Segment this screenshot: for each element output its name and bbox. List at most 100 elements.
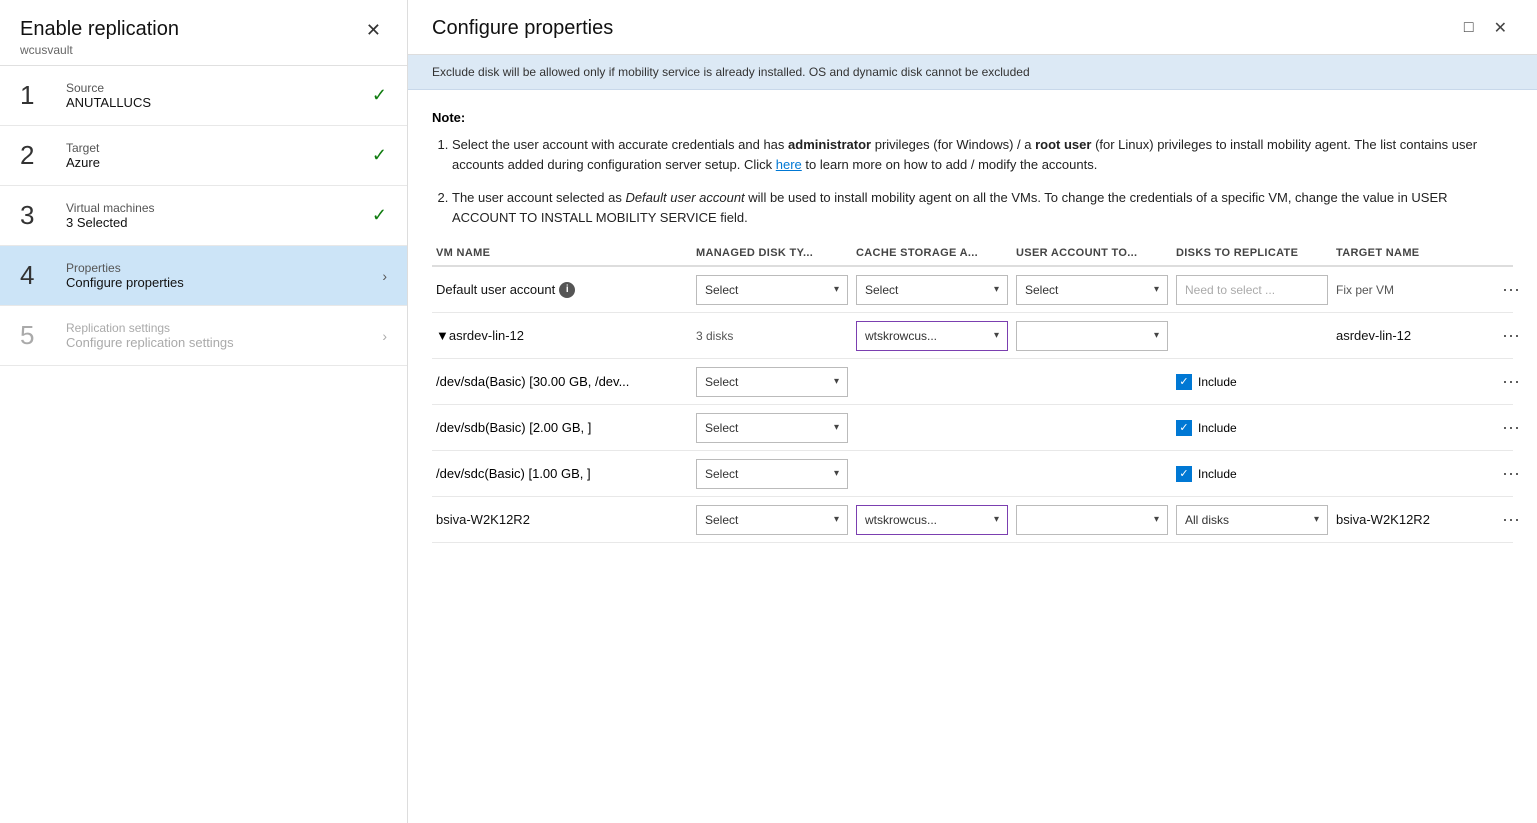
asrdev-cache-dropdown[interactable]: wtskrowcus... ▾ — [856, 321, 1008, 351]
info-bar: Exclude disk will be allowed only if mob… — [408, 55, 1537, 90]
bsiva-ellipsis-button[interactable]: ··· — [1496, 507, 1526, 532]
step-2-number: 2 — [20, 140, 56, 171]
asrdev-disk-count: 3 disks — [696, 329, 733, 343]
panel-title: Enable replication — [20, 18, 179, 41]
table-header: VM NAME MANAGED DISK TY... CACHE STORAGE… — [432, 247, 1513, 267]
sdc-ellipsis-button[interactable]: ··· — [1496, 461, 1526, 486]
cell-default-target: Fix per VM — [1332, 283, 1492, 297]
close-button[interactable]: ✕ — [1488, 16, 1513, 40]
cell-sdc-ellipsis[interactable]: ··· — [1492, 461, 1532, 486]
cell-sda-managed[interactable]: Select ▾ — [692, 367, 852, 397]
default-cache-value: Select — [865, 283, 898, 297]
cell-default-ellipsis[interactable]: ··· — [1492, 277, 1532, 302]
cell-bsiva-disks[interactable]: All disks ▾ — [1172, 505, 1332, 535]
step-1-value: ANUTALLUCS — [66, 95, 364, 110]
step-5-value: Configure replication settings — [66, 335, 374, 350]
step-5[interactable]: 5 Replication settings Configure replica… — [0, 306, 407, 366]
sdc-include-checkbox[interactable]: ✓ — [1176, 466, 1192, 482]
default-ellipsis-button[interactable]: ··· — [1496, 277, 1526, 302]
table-row-asrdev: ▼ asrdev-lin-12 3 disks wtskrowcus... ▾ … — [432, 313, 1513, 359]
step-3-info: Virtual machines 3 Selected — [56, 201, 364, 230]
bsiva-managed-value: Select — [705, 513, 738, 527]
cell-default-disks: Need to select ... — [1172, 275, 1332, 305]
default-cache-dropdown[interactable]: Select ▾ — [856, 275, 1008, 305]
sdb-managed-value: Select — [705, 421, 738, 435]
cell-sdb-managed[interactable]: Select ▾ — [692, 413, 852, 443]
step-1[interactable]: 1 Source ANUTALLUCS ✓ — [0, 66, 407, 126]
sdb-ellipsis-button[interactable]: ··· — [1496, 415, 1526, 440]
cell-default-user[interactable]: Select ▾ — [1012, 275, 1172, 305]
minimize-button[interactable]: □ — [1458, 16, 1480, 40]
cell-default-managed-disk[interactable]: Select ▾ — [692, 275, 852, 305]
asrdev-user-dropdown[interactable]: ▾ — [1016, 321, 1168, 351]
step-4-info: Properties Configure properties — [56, 261, 374, 290]
col-target-name: TARGET NAME — [1332, 247, 1492, 259]
vm-name-asrdev: asrdev-lin-12 — [449, 328, 524, 343]
here-link[interactable]: here — [776, 157, 802, 172]
cell-asrdev-user[interactable]: ▾ — [1012, 321, 1172, 351]
note-section: Note: Select the user account with accur… — [432, 110, 1513, 227]
col-cache-storage: CACHE STORAGE A... — [852, 247, 1012, 259]
left-header: Enable replication wcusvault ✕ — [0, 0, 407, 66]
sdb-include-checkbox[interactable]: ✓ — [1176, 420, 1192, 436]
asrdev-ellipsis-button[interactable]: ··· — [1496, 323, 1526, 348]
step-3-label: Virtual machines — [66, 201, 364, 215]
dropdown-arrow-icon: ▾ — [994, 284, 999, 295]
expand-icon[interactable]: ▼ — [436, 328, 449, 343]
note-item-1: Select the user account with accurate cr… — [452, 135, 1513, 174]
dropdown-arrow-icon: ▾ — [994, 514, 999, 525]
dropdown-arrow-icon: ▾ — [834, 514, 839, 525]
sdc-managed-value: Select — [705, 467, 738, 481]
cell-bsiva-managed[interactable]: Select ▾ — [692, 505, 852, 535]
sdb-managed-dropdown[interactable]: Select ▾ — [696, 413, 848, 443]
cell-asrdev-ellipsis[interactable]: ··· — [1492, 323, 1532, 348]
sda-ellipsis-button[interactable]: ··· — [1496, 369, 1526, 394]
dropdown-arrow-icon: ▾ — [1154, 330, 1159, 341]
cell-sdb-ellipsis[interactable]: ··· — [1492, 415, 1532, 440]
col-vm-name: VM NAME — [432, 247, 692, 259]
default-user-value: Select — [1025, 283, 1058, 297]
bsiva-managed-dropdown[interactable]: Select ▾ — [696, 505, 848, 535]
right-header: Configure properties □ ✕ — [408, 0, 1537, 55]
cell-bsiva-user[interactable]: ▾ — [1012, 505, 1172, 535]
cell-asrdev-target: asrdev-lin-12 — [1332, 328, 1492, 343]
content-area: Note: Select the user account with accur… — [408, 90, 1537, 823]
cell-asrdev-cache[interactable]: wtskrowcus... ▾ — [852, 321, 1012, 351]
sda-include-checkbox[interactable]: ✓ — [1176, 374, 1192, 390]
bsiva-cache-value: wtskrowcus... — [865, 513, 937, 527]
left-close-button[interactable]: ✕ — [360, 18, 387, 43]
cell-default-name: Default user account i — [432, 282, 692, 298]
cell-sdc-managed[interactable]: Select ▾ — [692, 459, 852, 489]
cell-bsiva-ellipsis[interactable]: ··· — [1492, 507, 1532, 532]
cell-default-cache[interactable]: Select ▾ — [852, 275, 1012, 305]
step-3-number: 3 — [20, 200, 56, 231]
bsiva-cache-dropdown[interactable]: wtskrowcus... ▾ — [856, 505, 1008, 535]
panel-subtitle: wcusvault — [20, 43, 179, 57]
dropdown-arrow-icon: ▾ — [834, 376, 839, 387]
cell-sda-ellipsis[interactable]: ··· — [1492, 369, 1532, 394]
default-user-dropdown[interactable]: Select ▾ — [1016, 275, 1168, 305]
step-2[interactable]: 2 Target Azure ✓ — [0, 126, 407, 186]
sdc-include-cell: ✓ Include — [1176, 466, 1237, 482]
sdb-label: /dev/sdb(Basic) [2.00 GB, ] — [436, 420, 591, 435]
step-3-value: 3 Selected — [66, 215, 364, 230]
sdc-label: /dev/sdc(Basic) [1.00 GB, ] — [436, 466, 591, 481]
bsiva-user-dropdown[interactable]: ▾ — [1016, 505, 1168, 535]
step-3[interactable]: 3 Virtual machines 3 Selected ✓ — [0, 186, 407, 246]
default-managed-disk-dropdown[interactable]: Select ▾ — [696, 275, 848, 305]
step-2-value: Azure — [66, 155, 364, 170]
step-3-check-icon: ✓ — [372, 205, 387, 226]
cell-bsiva-cache[interactable]: wtskrowcus... ▾ — [852, 505, 1012, 535]
sda-managed-dropdown[interactable]: Select ▾ — [696, 367, 848, 397]
table-row-bsiva: bsiva-W2K12R2 Select ▾ wtskrowcus... ▾ — [432, 497, 1513, 543]
col-disks: DISKS TO REPLICATE — [1172, 247, 1332, 259]
window-controls: □ ✕ — [1458, 16, 1513, 40]
sdc-managed-dropdown[interactable]: Select ▾ — [696, 459, 848, 489]
dropdown-arrow-icon: ▾ — [1154, 514, 1159, 525]
step-1-check-icon: ✓ — [372, 85, 387, 106]
bsiva-disks-dropdown[interactable]: All disks ▾ — [1176, 505, 1328, 535]
default-account-label: Default user account — [436, 282, 555, 297]
step-4[interactable]: 4 Properties Configure properties › — [0, 246, 407, 306]
step-4-value: Configure properties — [66, 275, 374, 290]
table-row-default: Default user account i Select ▾ Select ▾ — [432, 267, 1513, 313]
